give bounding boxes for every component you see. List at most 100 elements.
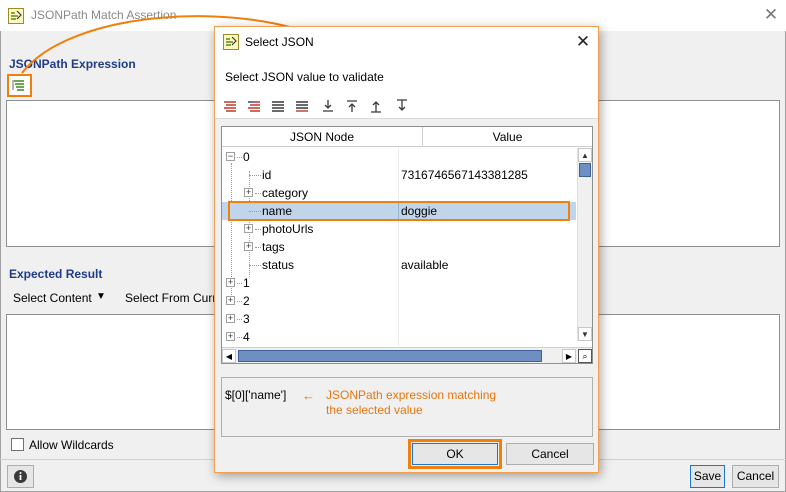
dialog-prompt: Select JSON value to validate	[225, 70, 384, 84]
annotation-note: JSONPath expression matching the selecte…	[326, 388, 496, 418]
collapse-icon[interactable]	[295, 99, 309, 113]
divider	[398, 292, 399, 310]
window-title: JSONPath Match Assertion	[31, 8, 177, 22]
node-label: 1	[243, 276, 250, 290]
expand-node-icon[interactable]: +	[244, 242, 253, 251]
scroll-left-icon[interactable]: ◀	[222, 349, 236, 363]
tree-row[interactable]: id 7316746567143381285	[222, 166, 576, 184]
select-json-button[interactable]	[7, 74, 32, 97]
close-icon[interactable]: ✕	[760, 4, 782, 26]
node-label: status	[262, 258, 295, 272]
divider	[398, 328, 399, 346]
json-tree-icon	[12, 80, 24, 91]
node-label: 0	[243, 150, 250, 164]
select-json-dialog: Select JSON ✕ Select JSON value to valid…	[214, 26, 599, 473]
scroll-right-icon[interactable]: ▶	[562, 349, 576, 363]
column-header-json-node[interactable]: JSON Node	[222, 127, 423, 147]
node-label: photoUrls	[262, 222, 314, 236]
zoom-icon[interactable]: ⌕	[578, 349, 592, 363]
dropdown-arrow-icon[interactable]: ▼	[96, 291, 106, 302]
json-tree-table: JSON Node Value − 0 id 73167465671433812…	[221, 126, 593, 364]
node-value: 7316746567143381285	[401, 168, 528, 182]
ok-button[interactable]: OK	[412, 443, 498, 465]
tree-guide-line	[237, 157, 242, 158]
expand-node-icon[interactable]: +	[226, 278, 235, 287]
scroll-up-icon[interactable]: ▲	[578, 148, 592, 162]
cancel-button[interactable]: Cancel	[506, 443, 594, 465]
annotation-line: the selected value	[326, 403, 423, 417]
close-icon[interactable]: ✕	[572, 31, 594, 53]
collapse-all-icon[interactable]	[247, 99, 261, 113]
app-icon	[223, 34, 239, 50]
node-label: name	[262, 204, 293, 218]
divider	[398, 274, 399, 292]
tree-guide-line	[237, 319, 242, 320]
divider	[398, 256, 399, 274]
tree-row[interactable]: − 0	[222, 148, 576, 166]
app-icon	[8, 8, 24, 24]
tree-row[interactable]: + photoUrls	[222, 220, 576, 238]
tree-row[interactable]: + 1	[222, 274, 576, 292]
jsonpath-expression-label: JSONPath Expression	[9, 57, 136, 71]
select-content-dropdown[interactable]: Select Content	[13, 291, 92, 305]
tree-guide-line	[255, 193, 261, 194]
scrollbar-thumb[interactable]	[238, 350, 542, 362]
jsonpath-result-box: $[0]['name'] ← JSONPath expression match…	[221, 377, 593, 437]
save-button[interactable]: Save	[690, 465, 725, 488]
tree-row[interactable]: + 4	[222, 328, 576, 346]
node-value: doggie	[401, 204, 438, 218]
select-from-current-button[interactable]: Select From Curr	[125, 291, 216, 305]
move-bottom-icon[interactable]	[321, 99, 335, 113]
tree-row[interactable]: + 3	[222, 310, 576, 328]
info-icon	[14, 470, 27, 483]
tree-guide-line	[237, 301, 242, 302]
tree-guide-line	[255, 229, 261, 230]
node-label: 4	[243, 330, 250, 344]
dialog-title: Select JSON	[245, 35, 314, 49]
vertical-scrollbar[interactable]: ▲ ▼	[577, 148, 592, 341]
tree-guide-line	[249, 265, 261, 266]
tree-row[interactable]: status available	[222, 256, 576, 274]
tree-row-selected[interactable]: name doggie	[222, 202, 576, 220]
arrow-left-icon: ←	[302, 388, 315, 403]
tree-row[interactable]: + 2	[222, 292, 576, 310]
tree-row[interactable]: + tags	[222, 238, 576, 256]
divider	[398, 310, 399, 328]
allow-wildcards-label: Allow Wildcards	[29, 438, 114, 452]
expand-node-icon[interactable]: +	[244, 188, 253, 197]
expand-node-icon[interactable]: +	[226, 296, 235, 305]
move-down-icon[interactable]	[395, 99, 409, 113]
tree-guide-line	[249, 175, 261, 176]
allow-wildcards-checkbox[interactable]	[11, 438, 24, 451]
tree-guide-line	[237, 337, 242, 338]
tree-guide-line	[255, 247, 261, 248]
divider	[398, 148, 399, 166]
tree-row[interactable]: + category	[222, 184, 576, 202]
expand-icon[interactable]	[271, 99, 285, 113]
divider	[398, 184, 399, 202]
divider	[398, 220, 399, 238]
node-value: available	[401, 258, 449, 272]
scroll-down-icon[interactable]: ▼	[578, 327, 592, 341]
divider	[398, 238, 399, 256]
node-label: category	[262, 186, 309, 200]
info-button[interactable]	[7, 465, 34, 488]
divider	[398, 202, 399, 220]
expand-all-icon[interactable]	[223, 99, 237, 113]
horizontal-scrollbar[interactable]: ◀ ▶ ⌕	[222, 347, 592, 363]
move-top-icon[interactable]	[345, 99, 359, 113]
cancel-button[interactable]: Cancel	[732, 465, 779, 488]
divider	[398, 166, 399, 184]
node-label: 2	[243, 294, 250, 308]
scrollbar-thumb[interactable]	[579, 163, 591, 177]
collapse-node-icon[interactable]: −	[226, 152, 235, 161]
node-label: tags	[262, 240, 285, 254]
expand-node-icon[interactable]: +	[244, 224, 253, 233]
expand-node-icon[interactable]: +	[226, 332, 235, 341]
node-label: id	[262, 168, 272, 182]
tree-guide-line	[237, 283, 242, 284]
column-header-value[interactable]: Value	[423, 127, 592, 147]
move-up-icon[interactable]	[369, 99, 383, 113]
expected-result-label: Expected Result	[9, 267, 103, 281]
expand-node-icon[interactable]: +	[226, 314, 235, 323]
